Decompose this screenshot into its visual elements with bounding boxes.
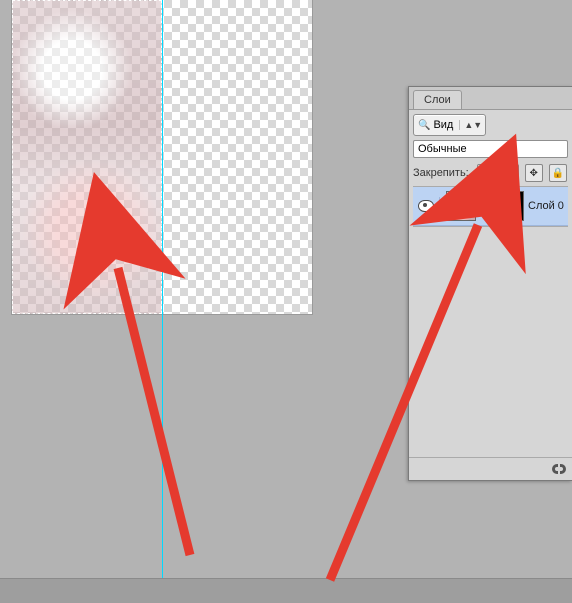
vertical-guide[interactable] <box>162 0 163 579</box>
mask-link-icon[interactable] <box>480 198 490 214</box>
lock-pixels-button[interactable]: ✎ <box>501 164 519 182</box>
tab-layers[interactable]: Слои <box>413 90 462 109</box>
selection-marquee <box>12 0 162 314</box>
lock-all-button[interactable]: 🔒 <box>549 164 567 182</box>
eye-icon <box>418 200 434 212</box>
panel-footer <box>409 457 572 480</box>
panel-body: 🔍 Вид ▲▼ Обычные Закрепить: ▨ ✎ ✥ 🔒 <box>409 110 572 227</box>
blend-mode-dropdown[interactable]: Обычные <box>413 140 568 158</box>
layers-list: Слой 0 <box>413 186 568 227</box>
panel-tab-bar: Слои <box>409 87 572 110</box>
layer-filter-label: Вид <box>433 119 453 131</box>
layer-thumbnail[interactable] <box>446 191 476 221</box>
window-bottom-strip <box>0 578 572 603</box>
lock-position-button[interactable]: ✥ <box>525 164 543 182</box>
layer-filter-dropdown[interactable]: 🔍 Вид ▲▼ <box>413 114 486 136</box>
lock-row: Закрепить: ▨ ✎ ✥ 🔒 <box>413 164 568 182</box>
layers-panel: Слои 🔍 Вид ▲▼ Обычные Закрепить: ▨ ✎ ✥ 🔒 <box>408 86 572 481</box>
lock-label: Закрепить: <box>413 167 469 179</box>
layers-empty-area <box>409 227 572 457</box>
visibility-toggle[interactable] <box>417 197 440 215</box>
layer-mask-thumbnail[interactable] <box>494 191 524 221</box>
lock-transparency-button[interactable]: ▨ <box>477 164 495 182</box>
stepper-arrows-icon: ▲▼ <box>459 120 482 130</box>
search-icon: 🔍 <box>418 120 430 131</box>
layer-row[interactable]: Слой 0 <box>413 187 568 226</box>
layer-name-label[interactable]: Слой 0 <box>528 200 564 212</box>
link-layers-icon[interactable] <box>552 462 566 476</box>
blend-mode-value: Обычные <box>418 143 467 155</box>
workspace: Слои 🔍 Вид ▲▼ Обычные Закрепить: ▨ ✎ ✥ 🔒 <box>0 0 572 603</box>
